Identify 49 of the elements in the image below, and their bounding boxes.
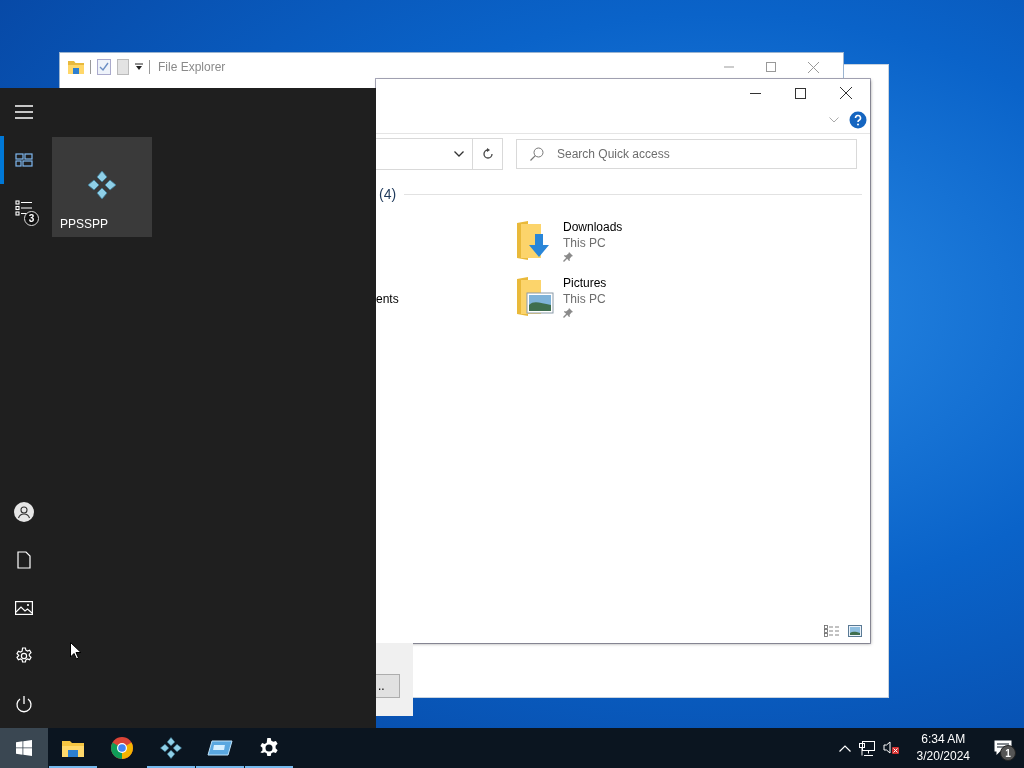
refresh-icon (481, 148, 494, 160)
list-icon (15, 200, 33, 216)
document-icon[interactable] (17, 551, 31, 569)
clock-time[interactable]: 6:34 AM (921, 731, 966, 748)
chevron-down-icon[interactable] (454, 151, 464, 157)
tiles-icon (15, 153, 33, 167)
maximize-icon[interactable] (795, 87, 806, 99)
browse-button[interactable]: .. (376, 674, 400, 698)
folder-location: This PC (563, 236, 607, 250)
gamepad-icon (159, 736, 183, 760)
section-count: (4) (378, 186, 397, 202)
chevron-up-icon[interactable] (838, 744, 851, 752)
pictures-folder-icon[interactable] (516, 276, 554, 318)
checkmark-icon[interactable] (97, 59, 111, 75)
pin-icon[interactable] (563, 308, 573, 318)
cursor-icon (70, 642, 82, 660)
details-view-icon[interactable] (824, 625, 840, 637)
pin-icon[interactable] (563, 252, 573, 262)
menu-icon (15, 105, 33, 119)
close-icon[interactable] (840, 87, 852, 99)
search-icon (530, 147, 544, 161)
search-field[interactable]: Search Quick access (516, 139, 857, 169)
start-button[interactable] (0, 728, 48, 768)
folder-icon[interactable] (68, 60, 84, 74)
folder-location: This PC (563, 292, 607, 306)
app-tile[interactable]: PPSSPP (52, 137, 152, 237)
power-icon[interactable] (15, 695, 33, 713)
count-badge: 3 (24, 211, 39, 226)
folder-name[interactable]: Pictures (563, 276, 607, 290)
dropdown-icon[interactable] (135, 63, 143, 71)
window-title: File Explorer (158, 60, 226, 74)
notifications-button[interactable]: 1 (988, 733, 1018, 763)
window-icon (207, 739, 233, 757)
thumbnail-view-icon[interactable] (848, 625, 862, 637)
folder-icon (61, 738, 85, 758)
picture-icon[interactable] (15, 601, 33, 615)
network-icon[interactable] (858, 740, 875, 756)
gamepad-icon (86, 169, 118, 201)
settings-icon[interactable] (15, 647, 33, 665)
browser-icon (110, 736, 134, 760)
speaker-muted-icon[interactable] (882, 741, 899, 755)
user-icon[interactable] (14, 502, 34, 522)
help-icon[interactable] (849, 111, 867, 129)
folder-name[interactable]: ents (376, 292, 516, 306)
folder-name[interactable]: Downloads (563, 220, 623, 234)
sidebar-button[interactable]: 3 (0, 184, 48, 232)
clock-date[interactable]: 3/20/2024 (916, 748, 970, 765)
windows-logo-icon (16, 740, 32, 756)
settings-icon (258, 737, 280, 759)
